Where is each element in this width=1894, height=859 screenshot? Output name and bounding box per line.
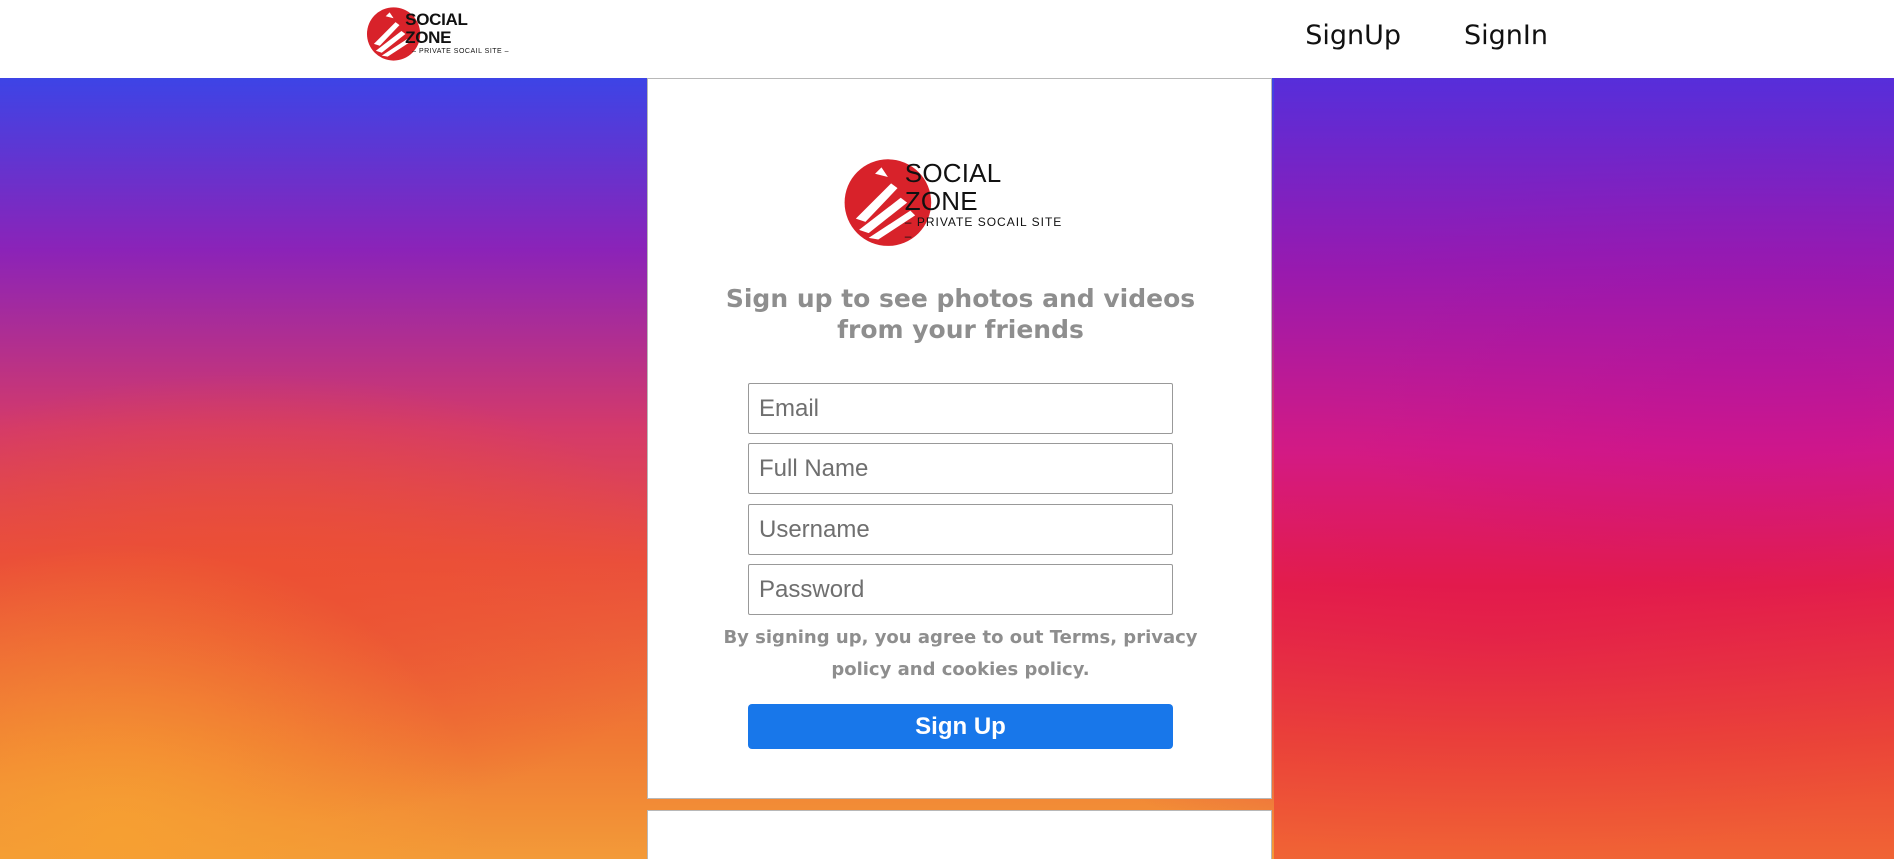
email-field[interactable] <box>748 383 1173 434</box>
logo-wordmark: SOCIAL ZONE – PRIVATE SOCAIL SITE – <box>405 9 516 56</box>
card-logo-group: SOCIAL ZONE – PRIVATE SOCAIL SITE – <box>843 153 1073 249</box>
card-logo-brand-subtitle: – PRIVATE SOCAIL SITE – <box>904 215 1063 243</box>
secondary-card <box>647 810 1272 859</box>
card-logo-wordmark: SOCIAL ZONE – PRIVATE SOCAIL SITE – <box>905 159 1073 243</box>
logo-brand-subtitle: – PRIVATE SOCAIL SITE – <box>412 47 510 55</box>
nav-links: SignUp SignIn <box>1305 0 1548 70</box>
card-logo: SOCIAL ZONE – PRIVATE SOCAIL SITE – <box>843 153 1073 253</box>
full-name-field[interactable] <box>748 443 1173 494</box>
terms-notice: By signing up, you agree to out Terms, p… <box>723 627 1198 680</box>
card-logo-brand-subtitle-text: PRIVATE SOCAIL SITE <box>916 215 1063 229</box>
logo-brand-subtitle-text: PRIVATE SOCAIL SITE <box>418 47 503 55</box>
gradient-background-right <box>1274 78 1894 859</box>
signup-tagline: Sign up to see photos and videos from yo… <box>725 284 1196 344</box>
nav-signup-link[interactable]: SignUp <box>1305 20 1401 51</box>
password-field[interactable] <box>748 564 1173 615</box>
logo-group: SOCIAL ZONE – PRIVATE SOCAIL SITE – <box>366 4 516 62</box>
username-field[interactable] <box>748 504 1173 555</box>
signup-card: SOCIAL ZONE – PRIVATE SOCAIL SITE – Sign… <box>647 78 1272 799</box>
sign-up-button[interactable]: Sign Up <box>748 704 1173 749</box>
card-logo-brand-name: SOCIAL ZONE <box>904 158 1001 216</box>
header-logo[interactable]: SOCIAL ZONE – PRIVATE SOCAIL SITE – <box>366 4 516 62</box>
nav-signin-link[interactable]: SignIn <box>1464 20 1548 51</box>
logo-brand-name: SOCIAL ZONE <box>405 9 468 47</box>
top-navbar: SOCIAL ZONE – PRIVATE SOCAIL SITE – Sign… <box>0 0 1894 78</box>
